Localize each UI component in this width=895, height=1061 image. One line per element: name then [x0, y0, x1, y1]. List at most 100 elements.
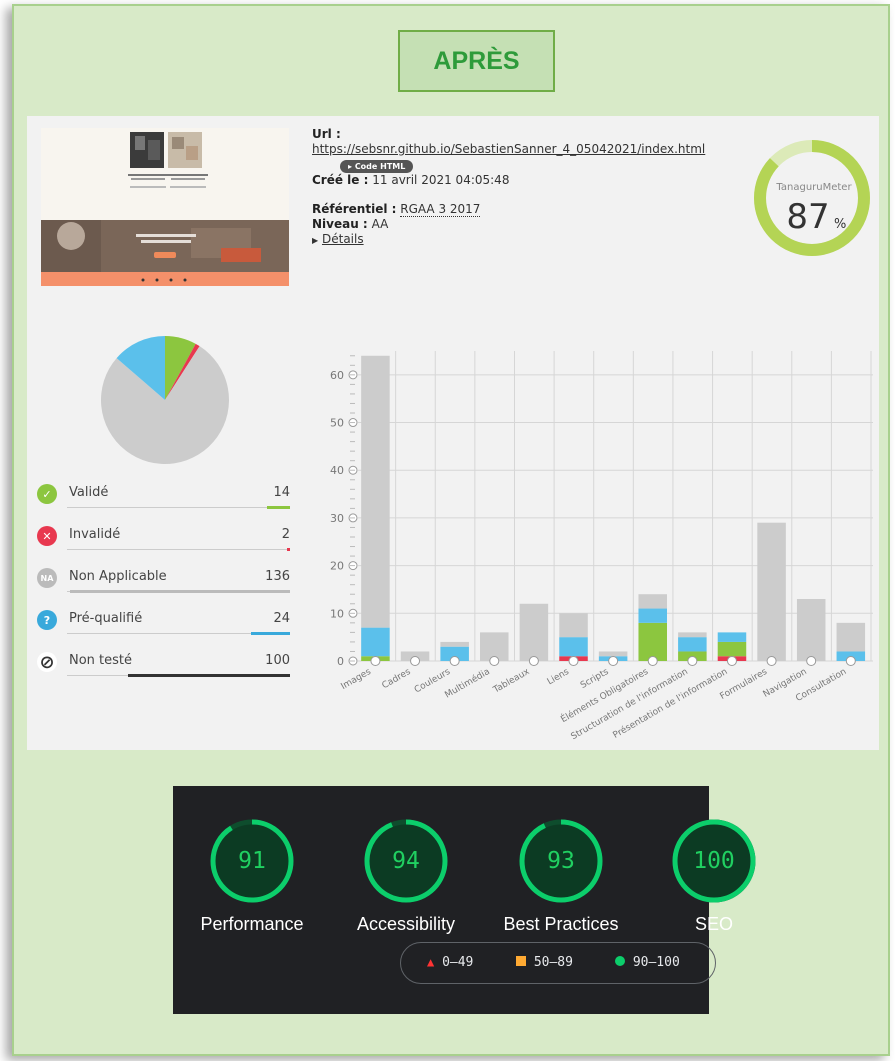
x-tick-marker [410, 656, 421, 666]
tanaguru-meter: TanaguruMeter 87 % [754, 140, 870, 256]
score-gauge-accessibility[interactable]: 94 Accessibility [357, 818, 455, 934]
bar-segment[interactable] [796, 599, 826, 661]
x-tick-marker [687, 656, 698, 666]
bar-segment[interactable] [559, 637, 588, 657]
y-tick-label: 60 [330, 369, 344, 382]
bar-segment[interactable] [757, 522, 786, 661]
summary-proportion-bar [286, 548, 290, 551]
meter-label: TanaguruMeter [775, 182, 852, 193]
audit-url-link[interactable]: https://sebsnr.github.io/SebastienSanner… [312, 142, 705, 156]
na-icon: NA [37, 568, 57, 588]
not-tested-icon: ⊘ [37, 652, 57, 673]
bar-segment[interactable] [440, 641, 469, 647]
meter-unit: % [834, 217, 846, 232]
meter-value: 87 [786, 197, 829, 237]
summary-divider [67, 507, 290, 508]
triangle-right-icon: ▶ [312, 236, 319, 245]
x-tick-label: Multimédia [443, 666, 492, 701]
x-tick-label: Tableaux [491, 667, 532, 696]
summary-row-1: ✕ Invalidé 2 [37, 524, 290, 552]
created-label: Créé le : [312, 173, 369, 187]
x-tick-marker [489, 656, 500, 666]
x-tick-label: Images [339, 667, 373, 692]
y-tick-label: 30 [330, 512, 344, 525]
bar-segment[interactable] [717, 632, 747, 642]
x-tick-marker [370, 656, 381, 666]
green-circle-icon [615, 956, 625, 966]
score-gauge-seo[interactable]: 100 SEO [671, 818, 757, 934]
legend-item-pass: 90–100 [615, 955, 680, 970]
summary-proportion-bar [251, 632, 290, 635]
x-tick-marker [608, 656, 619, 666]
summary-row-4: ⊘ Non testé 100 [37, 650, 290, 678]
bar-segment[interactable] [638, 594, 667, 609]
bar-segment[interactable] [598, 651, 628, 657]
lighthouse-legend: ▲ 0–49 50–89 90–100 [400, 942, 716, 984]
summary-value: 14 [273, 485, 290, 500]
summary-label: Validé [69, 485, 109, 500]
bar-segment[interactable] [638, 622, 667, 661]
code-html-button[interactable]: ▸ Code HTML [340, 160, 414, 173]
y-tick-label: 10 [330, 607, 344, 620]
bar-segment[interactable] [559, 613, 588, 638]
legend-pass-range: 90–100 [632, 955, 680, 970]
summary-label: Pré-qualifié [69, 611, 143, 626]
summary-divider [67, 549, 290, 550]
legend-item-fail: ▲ 0–49 [427, 955, 473, 970]
x-tick-marker [845, 656, 856, 666]
legend-item-average: 50–89 [516, 955, 573, 970]
page-title: APRÈS [433, 46, 520, 75]
bar-segment[interactable] [678, 637, 707, 652]
bar-segment[interactable] [361, 355, 390, 628]
bar-segment[interactable] [836, 622, 866, 652]
score-value: 93 [547, 848, 575, 874]
site-thumbnail-image [41, 128, 289, 286]
themes-bar-chart: 0102030405060Images Cadres CouleursMultimé… [330, 351, 873, 742]
x-tick-marker [647, 656, 658, 666]
x-tick-marker [449, 656, 460, 666]
y-tick-label: 0 [337, 655, 344, 668]
bar-segment[interactable] [678, 632, 707, 638]
cross-icon: ✕ [37, 526, 57, 546]
url-label: Url : [312, 127, 341, 141]
results-pie-chart [101, 336, 229, 464]
orange-square-icon [516, 956, 526, 966]
legend-fail-range: 0–49 [442, 955, 474, 970]
created-value: 11 avril 2021 04:05:48 [372, 173, 510, 187]
site-thumbnail[interactable] [41, 128, 289, 286]
level-value: AA [371, 217, 389, 231]
score-value: 91 [238, 848, 266, 874]
bar-segment[interactable] [717, 641, 747, 657]
bar-segment[interactable] [519, 603, 549, 661]
summary-row-3: ? Pré-qualifié 24 [37, 608, 290, 636]
score-label: SEO [694, 914, 733, 934]
score-gauge-best-practices[interactable]: 93 Best Practices [503, 818, 619, 934]
score-gauge-performance[interactable]: 91 Performance [200, 818, 304, 934]
details-toggle[interactable]: ▶ Détails [312, 232, 705, 248]
x-tick-marker [568, 656, 579, 666]
x-tick-label: Cadres [380, 667, 412, 691]
details-link[interactable]: Détails [322, 232, 364, 246]
y-tick-label: 50 [330, 417, 344, 430]
score-value: 100 [693, 848, 735, 874]
code-html-label: Code HTML [354, 162, 406, 171]
summary-proportion-bar [128, 674, 290, 677]
y-tick-label: 20 [330, 560, 344, 573]
bar-segment[interactable] [638, 608, 667, 623]
check-icon: ✓ [37, 484, 57, 504]
summary-value: 24 [273, 611, 290, 626]
level-label: Niveau : [312, 217, 368, 231]
summary-value: 136 [265, 569, 290, 584]
x-tick-label: Liens [546, 667, 572, 688]
question-icon: ? [37, 610, 57, 630]
title-box: APRÈS [398, 30, 555, 92]
bar-segment[interactable] [361, 627, 390, 657]
x-tick-marker [806, 656, 817, 666]
summary-label: Invalidé [69, 527, 121, 542]
summary-value: 100 [265, 653, 290, 668]
referential-value: RGAA 3 2017 [400, 202, 481, 217]
x-tick-label: Scripts [579, 667, 611, 691]
lighthouse-scores-panel: 91 Performance 94 Accessibility 93 Best Pract… [173, 786, 756, 1014]
y-tick-label: 40 [330, 464, 344, 477]
summary-value: 2 [281, 527, 290, 542]
